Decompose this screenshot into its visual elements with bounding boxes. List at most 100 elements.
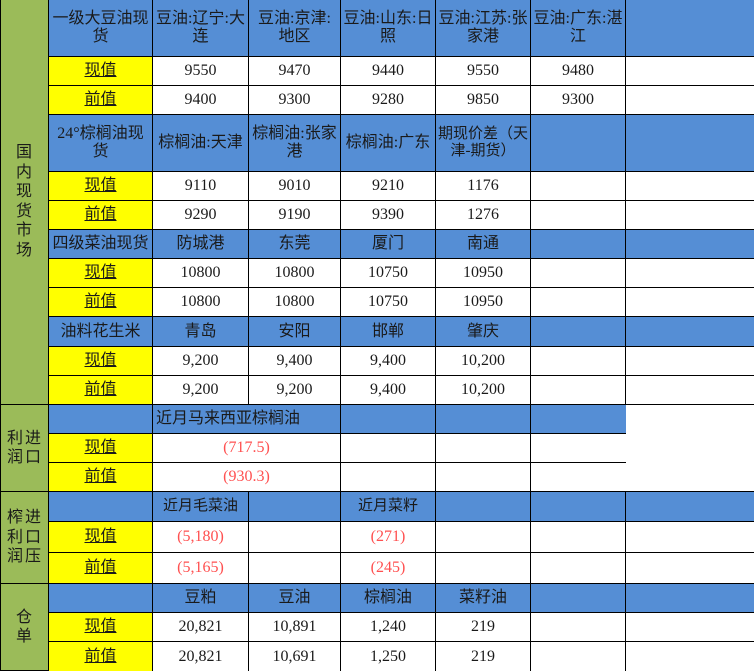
cell-crush-previous-3: [435, 551, 531, 585]
cell-peanut-current-3: 10,200: [435, 345, 531, 376]
cell-rapeseed-current-5: [625, 258, 754, 289]
cell-peanut-previous-0: 9,200: [152, 374, 249, 405]
row-label-current: 现值: [48, 432, 153, 464]
col-header-import-profit-spare-1: [340, 403, 436, 435]
cell-soybean-previous-2: 9280: [340, 84, 436, 115]
sidebar-import-profit-col-2: 进 口: [25, 429, 43, 467]
row-warehouse-receipt-header: 仓 单 豆粕 豆油 棕榈油 菜籽油: [0, 583, 754, 671]
cell-peanut-previous-5: [625, 374, 754, 405]
cell-import-profit-current-3: [530, 432, 626, 464]
cell-palm-previous-5: [625, 199, 754, 230]
cell-soybean-current-4: 9480: [530, 55, 626, 86]
cell-wr-previous-4: [530, 641, 626, 671]
cell-crush-previous-2: (245): [340, 551, 436, 585]
row-soybean-oil-previous: 前值 9400 9300 9280 9850 9300: [1, 84, 754, 115]
row-rapeseed-oil-previous: 前值 10800 10800 10750 10950: [1, 287, 754, 318]
cell-wr-current-0: 20,821: [152, 612, 249, 643]
row-label-previous: 前值: [48, 641, 153, 671]
cell-palm-previous-4: [530, 199, 626, 230]
row-peanut-previous: 前值 9,200 9,200 9,400 10,200: [1, 374, 754, 405]
cell-peanut-current-4: [530, 345, 626, 376]
cell-wr-current-4: [530, 612, 626, 643]
col-header-import-profit-spare-3: [530, 403, 626, 435]
cell-peanut-current-2: 9,400: [340, 345, 436, 376]
row-label-current: 现值: [48, 258, 153, 289]
row-label-previous: 前值: [48, 462, 153, 493]
row-palm-oil-previous: 前值 9290 9190 9390 1276: [1, 199, 754, 230]
col-header-nearby-rapeseed: 近月菜籽: [340, 491, 436, 522]
cell-palm-previous-1: 9190: [248, 199, 341, 230]
cell-palm-current-5: [625, 170, 754, 201]
row-import-profit-current: 现值 (717.5): [1, 432, 754, 464]
row-import-crush-profit-header: 榨 利 润 进 口 压 近月毛菜油 近月菜籽: [0, 491, 754, 585]
col-header-rapeseed-oil-wr: 菜籽油: [435, 583, 531, 614]
cell-peanut-previous-2: 9,400: [340, 374, 436, 405]
col-header-soybean-jingjin: 豆油:京津:地区: [248, 0, 341, 57]
cell-crush-current-3: [435, 520, 531, 553]
row-peanut-current: 现值 9,200 9,400 9,400 10,200: [1, 345, 754, 376]
cell-wr-previous-1: 10,691: [248, 641, 341, 671]
cell-rapeseed-current-3: 10950: [435, 258, 531, 289]
sidebar-section-import-crush-profit: 榨 利 润 进 口 压: [0, 491, 49, 585]
row-label-current: 现值: [48, 170, 153, 201]
row-label-current: 现值: [48, 55, 153, 86]
cell-wr-previous-2: 1,250: [340, 641, 436, 671]
cell-wr-current-2: 1,240: [340, 612, 436, 643]
cell-rapeseed-current-1: 10800: [248, 258, 341, 289]
col-header-crush-spare-4: [625, 491, 754, 522]
sidebar-domestic-col-1: 国 内 现 货 市 场: [15, 144, 33, 259]
block-title-rapeseed-oil: 四级菜油现货: [48, 228, 153, 260]
sidebar-section-warehouse-receipt: 仓 单: [0, 583, 49, 671]
cell-soybean-current-2: 9440: [340, 55, 436, 86]
row-label-previous: 前值: [48, 374, 153, 405]
col-header-palm-oil-wr: 棕榈油: [340, 583, 436, 614]
col-header-wr-spare-2: [625, 583, 754, 614]
col-header-nearby-crude-rapeseed-oil: 近月毛菜油: [152, 491, 249, 522]
row-palm-oil-header: 24°棕榈油现货 棕榈油:天津 棕榈油:张家港 棕榈油:广东 期现价差（天津-期…: [1, 113, 754, 172]
cell-rapeseed-current-2: 10750: [340, 258, 436, 289]
cell-peanut-previous-3: 10,200: [435, 374, 531, 405]
cell-rapeseed-current-0: 10800: [152, 258, 249, 289]
cell-soybean-previous-5: [625, 84, 754, 115]
col-header-soybean-zhangjiagang: 豆油:江苏:张家港: [435, 0, 531, 57]
block-title-warehouse-receipt: [48, 583, 153, 614]
col-header-crush-spare-2: [435, 491, 531, 522]
col-header-soybean-rizhao: 豆油:山东:日照: [340, 0, 436, 57]
col-header-rapeseed-nantong: 南通: [435, 228, 531, 260]
col-header-rapeseed-spare-1: [530, 228, 626, 260]
cell-crush-previous-5: [625, 551, 754, 585]
col-header-soybean-zhanjiang: 豆油:广东:湛江: [530, 0, 626, 57]
cell-import-profit-current-2: [435, 432, 531, 464]
cell-soybean-current-1: 9470: [248, 55, 341, 86]
row-soybean-oil-header: 国 内 现 货 市 场 一级大豆油现货 豆油:辽宁:大连 豆油:京津:地区 豆油…: [0, 0, 754, 405]
col-header-import-profit-spare-2: [435, 403, 531, 435]
cell-palm-current-4: [530, 170, 626, 201]
cell-import-profit-previous-2: [435, 462, 531, 493]
cell-wr-previous-5: [625, 641, 754, 671]
row-peanut-header: 油料花生米 青岛 安阳 邯郸 肇庆: [1, 316, 754, 347]
cell-crush-current-4: [530, 520, 626, 553]
col-header-soybean-meal: 豆粕: [152, 583, 249, 614]
cell-wr-current-5: [625, 612, 754, 643]
cell-rapeseed-previous-5: [625, 287, 754, 318]
cell-crush-current-0: (5,180): [152, 520, 249, 553]
row-label-previous: 前值: [48, 84, 153, 115]
block-title-soybean-oil: 一级大豆油现货: [48, 0, 153, 57]
col-header-palm-basis: 期现价差（天津-期货）: [435, 113, 531, 172]
cell-soybean-current-0: 9550: [152, 55, 249, 86]
cell-soybean-previous-1: 9300: [248, 84, 341, 115]
row-rapeseed-oil-header: 四级菜油现货 防城港 东莞 厦门 南通: [1, 228, 754, 260]
col-header-rapeseed-spare-2: [625, 228, 754, 260]
cell-rapeseed-previous-4: [530, 287, 626, 318]
col-header-rapeseed-dongguan: 东莞: [248, 228, 341, 260]
col-header-soybean-oil-wr: 豆油: [248, 583, 341, 614]
cell-wr-current-1: 10,891: [248, 612, 341, 643]
cell-crush-previous-0: (5,165): [152, 551, 249, 585]
row-warehouse-receipt-current: 现值 20,821 10,891 1,240 219: [1, 612, 754, 643]
cell-rapeseed-current-4: [530, 258, 626, 289]
sidebar-import-crush-col-1: 榨 利 润: [6, 509, 24, 566]
row-import-crush-profit-current: 现值 (5,180) (271): [1, 520, 754, 553]
col-header-rapeseed-fangchenggang: 防城港: [152, 228, 249, 260]
cell-import-profit-previous-1: [340, 462, 436, 493]
block-title-peanut: 油料花生米: [48, 316, 153, 347]
